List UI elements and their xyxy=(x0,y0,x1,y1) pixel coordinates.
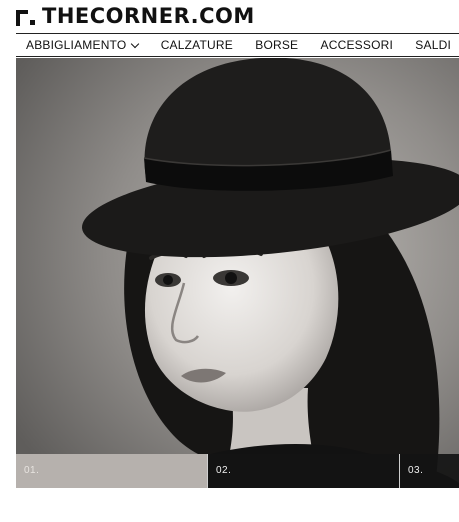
nav-item-abbigliamento[interactable]: ABBIGLIAMENTO xyxy=(26,38,140,52)
slide-tab-1[interactable]: 01. xyxy=(16,454,207,488)
slide-tab-label: 02. xyxy=(216,465,232,476)
main-navigation: ABBIGLIAMENTO CALZATURE BORSE ACCESSORI … xyxy=(16,33,459,57)
nav-item-label: ABBIGLIAMENTO xyxy=(26,38,127,52)
nav-item-saldi[interactable]: SALDI xyxy=(415,38,451,52)
chevron-down-icon xyxy=(131,39,140,48)
logo-text: THECORNER.COM xyxy=(42,3,255,28)
portrait-illustration xyxy=(16,58,459,488)
slide-tab-label: 03. xyxy=(408,465,424,476)
slide-selector: 01. 02. 03. xyxy=(16,454,459,488)
logo-mark-icon xyxy=(16,6,36,26)
nav-item-label: BORSE xyxy=(255,38,299,52)
slide-tab-2[interactable]: 02. xyxy=(207,454,399,488)
page: THECORNER.COM ABBIGLIAMENTO CALZATURE BO… xyxy=(0,0,459,522)
hero-banner-image[interactable] xyxy=(16,58,459,488)
nav-item-label: ACCESSORI xyxy=(320,38,394,52)
slide-tab-label: 01. xyxy=(24,465,40,476)
nav-item-accessori[interactable]: ACCESSORI xyxy=(321,38,393,52)
nav-item-label: SALDI xyxy=(415,38,451,52)
brand-logo[interactable]: THECORNER.COM xyxy=(16,4,255,28)
slide-tab-3[interactable]: 03. xyxy=(399,454,459,488)
nav-item-label: CALZATURE xyxy=(160,38,233,52)
nav-item-borse[interactable]: BORSE xyxy=(255,38,298,52)
nav-item-calzature[interactable]: CALZATURE xyxy=(161,38,233,52)
